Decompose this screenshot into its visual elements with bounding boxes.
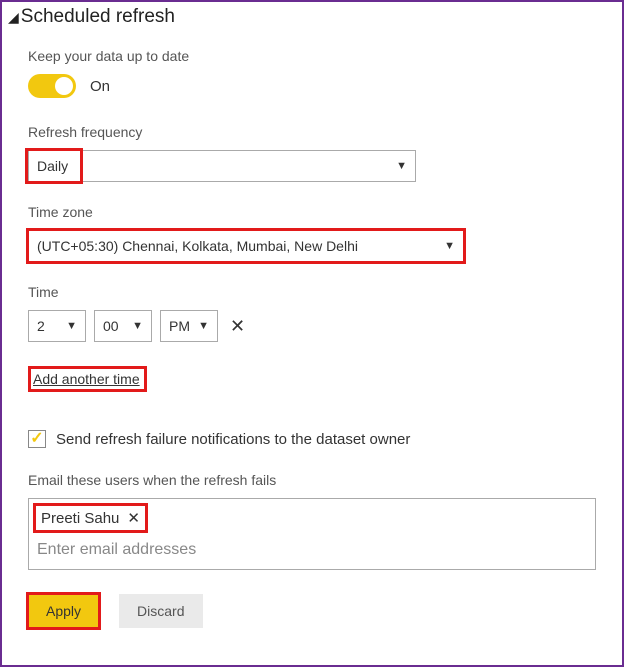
- toggle-knob-icon: [55, 77, 73, 95]
- refresh-frequency-select[interactable]: Daily ▼: [28, 150, 416, 182]
- keep-data-label: Keep your data up to date: [28, 48, 596, 64]
- discard-button[interactable]: Discard: [119, 594, 202, 628]
- time-zone-label: Time zone: [28, 204, 596, 220]
- notify-owner-checkbox[interactable]: ✓: [28, 430, 46, 448]
- notify-owner-label: Send refresh failure notifications to th…: [56, 431, 410, 448]
- section-title: Scheduled refresh: [21, 6, 175, 28]
- remove-time-icon[interactable]: ✕: [230, 316, 245, 337]
- time-ampm-select[interactable]: PM ▼: [160, 310, 218, 342]
- time-zone-select[interactable]: (UTC+05:30) Chennai, Kolkata, Mumbai, Ne…: [28, 230, 464, 262]
- time-minute-select[interactable]: 00 ▼: [94, 310, 152, 342]
- chevron-down-icon: ▼: [396, 160, 407, 172]
- check-icon: ✓: [30, 431, 43, 447]
- scheduled-refresh-panel: ◢ Scheduled refresh Keep your data up to…: [0, 0, 624, 667]
- chevron-down-icon: ▼: [132, 320, 143, 332]
- time-zone-value: (UTC+05:30) Chennai, Kolkata, Mumbai, Ne…: [37, 238, 358, 254]
- refresh-frequency-label: Refresh frequency: [28, 124, 596, 140]
- time-minute-value: 00: [103, 318, 119, 334]
- collapse-caret-icon: ◢: [8, 9, 19, 26]
- email-users-box[interactable]: Preeti Sahu ✕ Enter email addresses: [28, 498, 596, 570]
- chevron-down-icon: ▼: [66, 320, 77, 332]
- chevron-down-icon: ▼: [444, 240, 455, 252]
- add-another-time-link[interactable]: Add another time: [33, 371, 140, 387]
- email-chip-text: Preeti Sahu: [41, 510, 119, 527]
- keep-data-toggle[interactable]: [28, 74, 76, 98]
- email-chip: Preeti Sahu ✕: [35, 505, 146, 531]
- email-users-label: Email these users when the refresh fails: [28, 472, 596, 488]
- time-ampm-value: PM: [169, 318, 190, 334]
- remove-chip-icon[interactable]: ✕: [127, 509, 140, 527]
- time-hour-select[interactable]: 2 ▼: [28, 310, 86, 342]
- apply-button[interactable]: Apply: [28, 594, 99, 628]
- time-label: Time: [28, 284, 596, 300]
- email-input[interactable]: Enter email addresses: [29, 535, 595, 569]
- refresh-frequency-value: Daily: [37, 158, 68, 174]
- toggle-state-label: On: [90, 78, 110, 95]
- section-header[interactable]: ◢ Scheduled refresh: [2, 2, 622, 28]
- chevron-down-icon: ▼: [198, 320, 209, 332]
- time-hour-value: 2: [37, 318, 45, 334]
